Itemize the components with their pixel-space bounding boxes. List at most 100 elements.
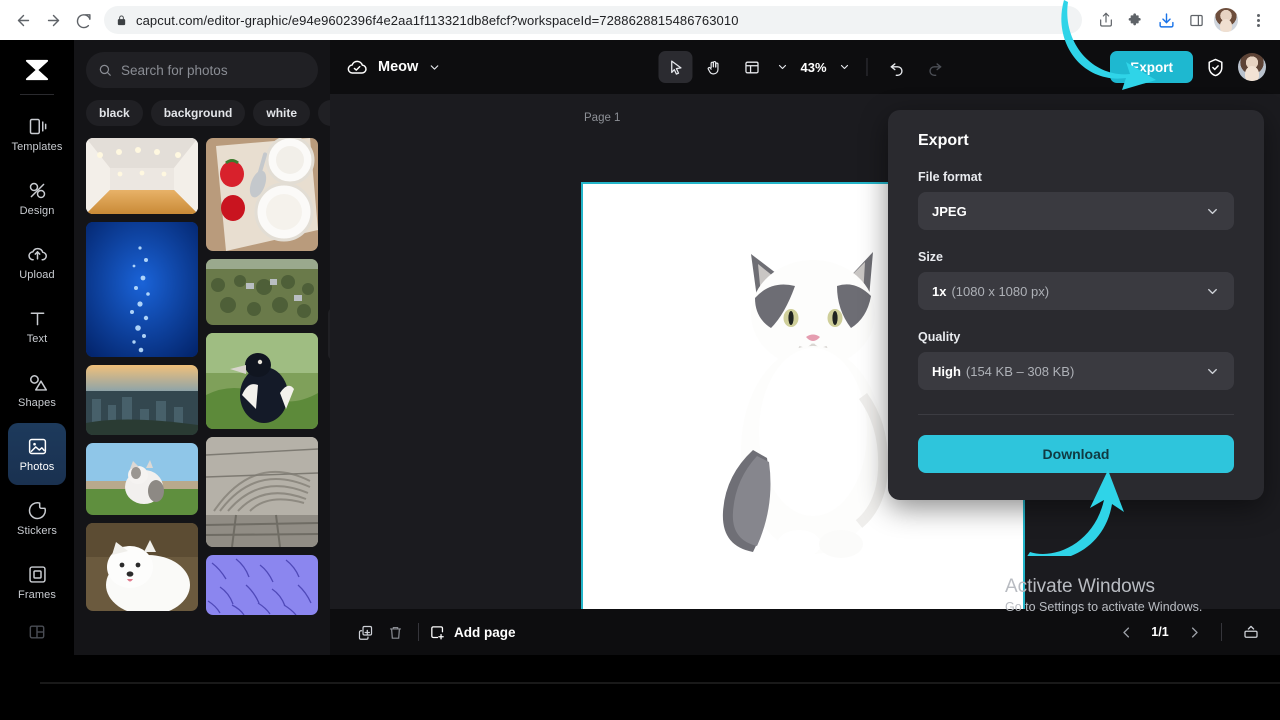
- page-navigation: 1/1: [1113, 617, 1266, 647]
- shield-check-icon[interactable]: [1205, 57, 1226, 78]
- photo-thumb-purple-leaves[interactable]: [206, 555, 318, 615]
- search-placeholder: Search for photos: [121, 62, 228, 78]
- sidebar-item-templates[interactable]: Templates: [8, 103, 66, 165]
- chevron-down-icon[interactable]: [428, 61, 441, 74]
- sidebar-item-text[interactable]: Text: [8, 295, 66, 357]
- capcut-logo-icon[interactable]: [17, 52, 57, 88]
- duplicate-page-icon[interactable]: [350, 617, 380, 647]
- cloud-saved-icon: [346, 56, 368, 78]
- photo-thumb-empty-room[interactable]: [86, 138, 198, 214]
- sidebar-item-label: Photos: [19, 460, 55, 473]
- tag-chip[interactable]: background: [150, 100, 246, 126]
- file-format-select[interactable]: JPEG: [918, 192, 1234, 230]
- search-input[interactable]: Search for photos: [86, 52, 318, 88]
- project-menu[interactable]: Meow: [346, 56, 441, 78]
- size-detail: (1080 x 1080 px): [951, 283, 1050, 299]
- photo-grid-column: [86, 138, 198, 655]
- size-value: 1x: [932, 283, 947, 299]
- photo-thumb-magpie-bird[interactable]: [206, 333, 318, 429]
- photo-thumb-aerial-forest[interactable]: [206, 259, 318, 325]
- photo-grid-column: [206, 138, 318, 655]
- project-name: Meow: [378, 59, 419, 75]
- tag-chip[interactable]: black: [86, 100, 143, 126]
- sidebar-item-label: Frames: [18, 588, 56, 601]
- canvas-tools: 43%: [658, 51, 951, 83]
- photo-grid: [86, 138, 318, 655]
- photo-thumb-strawberries-bowls[interactable]: [206, 138, 318, 251]
- zoom-level[interactable]: 43%: [796, 60, 830, 75]
- sidebar-item-label: Upload: [19, 268, 55, 281]
- photo-thumb-wood-texture[interactable]: [206, 437, 318, 547]
- lock-icon: [116, 14, 127, 26]
- forward-icon[interactable]: [38, 5, 68, 35]
- select-tool[interactable]: [658, 51, 693, 83]
- sidebar-item-more[interactable]: [8, 615, 66, 649]
- address-bar[interactable]: capcut.com/editor-graphic/e94e9602396f4e…: [104, 6, 1082, 34]
- page-label: Page 1: [584, 112, 621, 124]
- photo-thumb-blue-water[interactable]: [86, 222, 198, 357]
- sidebar-item-upload[interactable]: Upload: [8, 231, 66, 293]
- search-tag-chips: black background white a: [86, 100, 330, 126]
- layout-tool[interactable]: [734, 51, 768, 83]
- sidebar-item-label: Text: [26, 332, 48, 345]
- taskbar-strip: [40, 682, 1280, 684]
- page-count: 1/1: [1151, 625, 1169, 639]
- add-page-label: Add page: [454, 624, 516, 640]
- bottombar-divider-2: [1221, 623, 1222, 641]
- panel-divider: [918, 414, 1234, 415]
- quality-detail: (154 KB – 308 KB): [965, 363, 1075, 379]
- export-panel: Export File format JPEG Size 1x (1080 x …: [888, 110, 1264, 500]
- toolbar-divider: [866, 58, 868, 76]
- chevron-left-icon[interactable]: [1113, 619, 1139, 645]
- undo-button[interactable]: [880, 51, 914, 83]
- sidebar-item-label: Templates: [11, 140, 63, 153]
- editor-bottombar: Add page 1/1: [330, 609, 1280, 655]
- quality-label: Quality: [918, 330, 961, 344]
- sidebar-item-label: Design: [19, 204, 55, 217]
- sidebar-item-frames[interactable]: Frames: [8, 551, 66, 613]
- sidebar-item-shapes[interactable]: Shapes: [8, 359, 66, 421]
- photo-thumb-cityscape[interactable]: [86, 365, 198, 435]
- sidebar-item-design[interactable]: Design: [8, 167, 66, 229]
- add-page-button[interactable]: Add page: [429, 624, 516, 641]
- hand-tool[interactable]: [696, 51, 730, 83]
- size-select[interactable]: 1x (1080 x 1080 px): [918, 272, 1234, 310]
- left-nav-rail: Templates Design Upload Text Shapes Phot…: [0, 40, 74, 655]
- user-avatar[interactable]: [1238, 53, 1266, 81]
- download-button[interactable]: Download: [918, 435, 1234, 473]
- reload-icon[interactable]: [68, 5, 98, 35]
- share-icon[interactable]: [1092, 6, 1120, 34]
- bottombar-divider: [418, 623, 419, 641]
- quality-select[interactable]: High (154 KB – 308 KB): [918, 352, 1234, 390]
- delete-page-icon[interactable]: [380, 617, 410, 647]
- sidebar-item-stickers[interactable]: Stickers: [8, 487, 66, 549]
- photo-thumb-white-dog[interactable]: [86, 523, 198, 611]
- watermark-subtitle: Go to Settings to activate Windows.: [1005, 600, 1203, 614]
- redo-button[interactable]: [918, 51, 952, 83]
- size-label: Size: [918, 250, 944, 264]
- chevron-down-icon: [1205, 364, 1220, 379]
- sidebar-item-label: Stickers: [17, 524, 57, 537]
- profile-avatar[interactable]: [1214, 8, 1238, 32]
- rail-divider: [20, 94, 54, 95]
- chevron-right-icon[interactable]: [1181, 619, 1207, 645]
- cat-artwork[interactable]: [713, 236, 913, 566]
- puzzle-icon[interactable]: [1122, 6, 1150, 34]
- add-page-icon: [429, 624, 446, 641]
- sidebar-item-photos[interactable]: Photos: [8, 423, 66, 485]
- photos-panel: Search for photos black background white…: [74, 40, 330, 655]
- file-format-label: File format: [918, 170, 982, 184]
- back-icon[interactable]: [8, 5, 38, 35]
- export-button[interactable]: Export: [1110, 51, 1193, 83]
- side-panel-icon[interactable]: [1182, 6, 1210, 34]
- download-icon[interactable]: [1152, 6, 1180, 34]
- photo-thumb-fluffy-cat[interactable]: [86, 443, 198, 515]
- present-icon[interactable]: [1236, 617, 1266, 647]
- kebab-menu-icon[interactable]: [1244, 6, 1272, 34]
- sidebar-item-label: Shapes: [18, 396, 56, 409]
- layout-dropdown-chevron-down-icon[interactable]: [772, 51, 792, 83]
- search-icon: [98, 63, 112, 77]
- tag-chip[interactable]: a: [318, 100, 330, 126]
- tag-chip[interactable]: white: [253, 100, 311, 126]
- zoom-dropdown-chevron-down-icon[interactable]: [835, 51, 855, 83]
